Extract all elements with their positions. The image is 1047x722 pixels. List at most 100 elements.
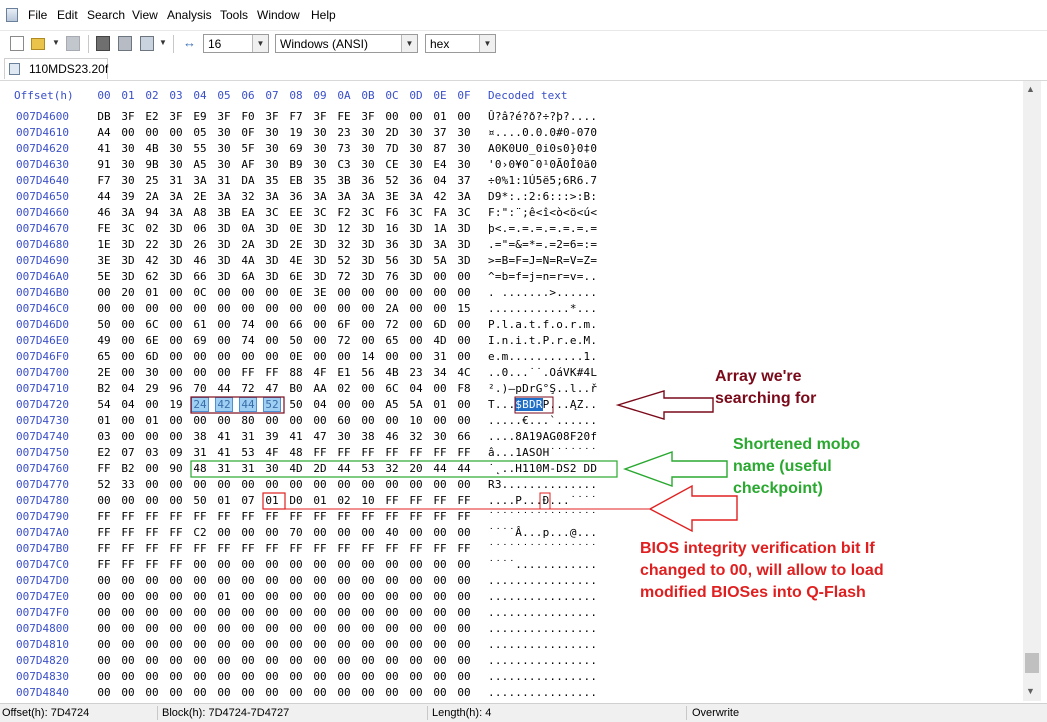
hex-byte[interactable]: 00 bbox=[168, 286, 184, 299]
chevron-down-icon[interactable]: ▼ bbox=[252, 35, 268, 52]
hex-byte[interactable]: 00 bbox=[192, 366, 208, 379]
hex-byte[interactable]: 30 bbox=[216, 158, 232, 171]
hex-byte[interactable]: 00 bbox=[168, 638, 184, 651]
decoded-text[interactable]: .....€...`...... bbox=[488, 414, 597, 427]
hex-byte[interactable]: 00 bbox=[168, 302, 184, 315]
hex-byte[interactable]: 30 bbox=[264, 142, 280, 155]
hex-byte[interactable]: 00 bbox=[336, 478, 352, 491]
hex-byte[interactable]: 00 bbox=[192, 654, 208, 667]
hex-byte[interactable]: FF bbox=[192, 542, 208, 555]
hex-byte[interactable]: 00 bbox=[384, 478, 400, 491]
hex-byte[interactable]: 00 bbox=[360, 318, 376, 331]
hex-byte[interactable]: A5 bbox=[192, 158, 208, 171]
hex-byte[interactable]: 00 bbox=[312, 558, 328, 571]
hex-byte[interactable]: 2D bbox=[312, 462, 328, 475]
hex-byte[interactable]: 00 bbox=[168, 478, 184, 491]
hex-byte[interactable]: 3D bbox=[216, 238, 232, 251]
hex-byte[interactable]: 66 bbox=[192, 270, 208, 283]
hex-byte[interactable]: 3D bbox=[456, 222, 472, 235]
hex-byte[interactable]: 00 bbox=[336, 670, 352, 683]
hex-byte[interactable]: 66 bbox=[288, 318, 304, 331]
hex-byte[interactable]: 00 bbox=[456, 526, 472, 539]
hex-byte[interactable]: 00 bbox=[456, 558, 472, 571]
hex-byte[interactable]: 73 bbox=[336, 142, 352, 155]
hex-byte[interactable]: 00 bbox=[216, 670, 232, 683]
hex-byte[interactable]: 00 bbox=[120, 430, 136, 443]
hex-byte[interactable]: 44 bbox=[239, 397, 257, 412]
hex-byte[interactable]: 00 bbox=[216, 478, 232, 491]
hex-byte[interactable]: 00 bbox=[456, 590, 472, 603]
hex-byte[interactable]: 24 bbox=[191, 397, 209, 412]
decoded-text[interactable]: I.n.i.t.P.r.e.M. bbox=[488, 334, 597, 347]
hex-byte[interactable]: 46 bbox=[192, 254, 208, 267]
hex-byte[interactable]: FF bbox=[240, 366, 256, 379]
decoded-text[interactable]: ÷0%1:1Ú5ë5;6R6.7 bbox=[488, 174, 597, 187]
hex-byte[interactable]: 00 bbox=[456, 670, 472, 683]
hex-byte[interactable]: 2A bbox=[384, 302, 400, 315]
hex-byte[interactable]: 4B bbox=[144, 142, 160, 155]
hex-byte[interactable]: 00 bbox=[360, 478, 376, 491]
hex-byte[interactable]: 00 bbox=[144, 398, 160, 411]
hex-byte[interactable]: FF bbox=[264, 542, 280, 555]
hex-byte[interactable]: 00 bbox=[432, 270, 448, 283]
hex-byte[interactable]: 00 bbox=[120, 494, 136, 507]
hex-byte[interactable]: A4 bbox=[96, 126, 112, 139]
hex-byte[interactable]: FF bbox=[408, 510, 424, 523]
hex-byte[interactable]: FF bbox=[312, 446, 328, 459]
hex-byte[interactable]: 00 bbox=[336, 350, 352, 363]
decoded-text[interactable]: e.m...........1. bbox=[488, 350, 597, 363]
hex-byte[interactable]: 3C bbox=[264, 206, 280, 219]
hex-byte[interactable]: 3D bbox=[312, 270, 328, 283]
hex-byte[interactable]: 00 bbox=[312, 414, 328, 427]
hex-byte[interactable]: FF bbox=[168, 526, 184, 539]
hex-byte[interactable]: 39 bbox=[120, 190, 136, 203]
hex-byte[interactable]: 00 bbox=[456, 686, 472, 699]
hex-byte[interactable]: E2 bbox=[144, 110, 160, 123]
hex-byte[interactable]: 00 bbox=[288, 590, 304, 603]
hex-byte[interactable]: 01 bbox=[216, 590, 232, 603]
hex-byte[interactable]: 00 bbox=[240, 638, 256, 651]
hex-byte[interactable]: 04 bbox=[432, 174, 448, 187]
hex-byte[interactable]: 00 bbox=[96, 638, 112, 651]
hex-byte[interactable]: 0C bbox=[192, 286, 208, 299]
hex-byte[interactable]: B9 bbox=[288, 158, 304, 171]
scroll-down-icon[interactable]: ▼ bbox=[1026, 686, 1035, 696]
hex-byte[interactable]: 3A bbox=[216, 190, 232, 203]
print-icon[interactable] bbox=[118, 36, 132, 51]
hex-byte[interactable]: 00 bbox=[312, 334, 328, 347]
hex-byte[interactable]: 00 bbox=[216, 574, 232, 587]
hex-byte[interactable]: 00 bbox=[432, 686, 448, 699]
hex-byte[interactable]: 44 bbox=[456, 462, 472, 475]
hex-byte[interactable]: 6E bbox=[288, 270, 304, 283]
hex-byte[interactable]: 30 bbox=[168, 158, 184, 171]
hex-byte[interactable]: FF bbox=[120, 558, 136, 571]
hex-byte[interactable]: 01 bbox=[96, 414, 112, 427]
hex-byte[interactable]: 00 bbox=[168, 686, 184, 699]
hex-byte[interactable]: 6D bbox=[432, 318, 448, 331]
hex-byte[interactable]: 00 bbox=[456, 606, 472, 619]
hex-byte[interactable]: CE bbox=[384, 158, 400, 171]
hex-byte[interactable]: 00 bbox=[264, 286, 280, 299]
hex-byte[interactable]: 3F bbox=[312, 110, 328, 123]
hex-byte[interactable]: 00 bbox=[384, 670, 400, 683]
hex-byte[interactable]: 38 bbox=[360, 430, 376, 443]
hex-byte[interactable]: 00 bbox=[144, 302, 160, 315]
hex-byte[interactable]: 00 bbox=[312, 590, 328, 603]
decoded-text[interactable]: Û?â?é?ð?÷?þ?.... bbox=[488, 110, 597, 123]
hex-byte[interactable]: E1 bbox=[336, 366, 352, 379]
hex-byte[interactable]: 35 bbox=[312, 174, 328, 187]
hex-byte[interactable]: 00 bbox=[120, 670, 136, 683]
hex-byte[interactable]: 32 bbox=[336, 238, 352, 251]
decoded-text[interactable]: .="=&=*=.=2=6=:= bbox=[488, 238, 597, 251]
hex-byte[interactable]: F8 bbox=[456, 382, 472, 395]
hex-byte[interactable]: 00 bbox=[360, 574, 376, 587]
hex-byte[interactable]: 36 bbox=[360, 174, 376, 187]
hex-byte[interactable]: 30 bbox=[264, 158, 280, 171]
hex-byte[interactable]: 00 bbox=[312, 638, 328, 651]
hex-byte[interactable]: 96 bbox=[168, 382, 184, 395]
hex-byte[interactable]: 00 bbox=[456, 622, 472, 635]
vertical-scrollbar[interactable]: ▲ ▼ bbox=[1023, 81, 1041, 701]
hex-byte[interactable]: 6A bbox=[240, 270, 256, 283]
hex-byte[interactable]: 00 bbox=[432, 382, 448, 395]
decoded-text[interactable]: P.l.a.t.f.o.r.m. bbox=[488, 318, 597, 331]
